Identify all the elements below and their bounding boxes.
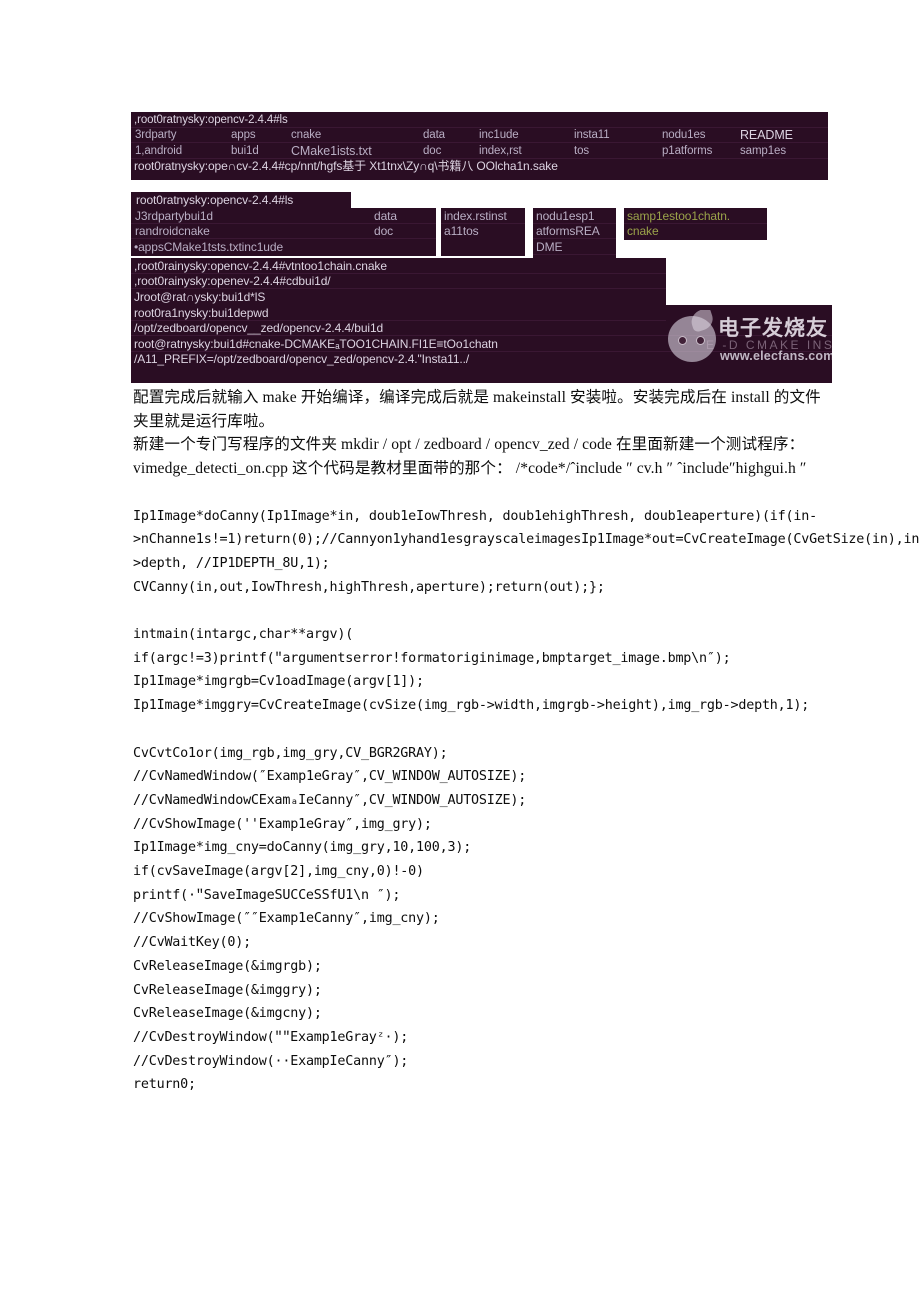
terminal-block-second-prompt: root0ratnysky:opencv-2.4.4#ls — [131, 192, 351, 208]
code-line: printf(·ʺSaveImageSUCCeSSfU1\n ″); — [133, 887, 401, 903]
terminal-screenshot: ,root0ratnysky:opencv-2.4.4#ls 3rdparty … — [0, 0, 920, 385]
terminal-block-toolchain-commands: ,root0rainysky:opencv-2.4.4#vtntoo1chain… — [131, 258, 666, 305]
terminal-prompt-line: ,root0ratnysky:opencv-2.4.4#ls — [134, 113, 288, 126]
terminal-block-column-samples: samp1estoo1chatn. cnake — [624, 208, 767, 240]
code-line: //CvDestroyWindow(ʺʺExamp1eGrayᶻ·); — [133, 1029, 409, 1045]
terminal-line: root0ratnysky:opencv-2.4.4#ls — [131, 192, 351, 208]
dir-entry-readme: README — [740, 128, 793, 142]
dir-entry: bui1d — [231, 144, 259, 157]
dir-entry: inc1ude — [479, 129, 519, 141]
dir-entry: samp1es — [740, 144, 786, 157]
code-line: intmain(intargc,char**argv)( — [133, 627, 354, 642]
terminal-line: a11tos — [441, 224, 525, 240]
document-body: 配置完成后就输入 make 开始编译，编译完成后就是 makeinstall 安… — [133, 386, 920, 1097]
dir-entry-highlight: samp1estoo1chatn. — [627, 208, 731, 223]
terminal-command: Jroot@rat∩ysky:bui1d*lS — [134, 289, 266, 304]
paragraph-vim-edge-detection: vimedge_detecti_on.cpp 这个代码是教材里面带的那个： /*… — [133, 460, 807, 478]
dir-entry: data — [423, 129, 445, 141]
terminal-line: cnake — [624, 224, 767, 240]
terminal-block-cmake-commands: root0ra1nysky:bui1depwd /opt/zedboard/op… — [131, 305, 832, 383]
terminal-line: •appsCMake1tsts.txtinc1ude — [131, 239, 436, 255]
terminal-line: /opt/zedboard/opencv__zed/opencv-2.4.4/b… — [131, 321, 832, 336]
terminal-path-output: /opt/zedboard/opencv__zed/opencv-2.4.4/b… — [134, 321, 384, 335]
terminal-line: atformsREA — [533, 224, 616, 239]
terminal-block-column-index: index.rstinst a11tos — [441, 208, 525, 256]
code-line: Ip1Image*img_cny=doCanny(img_gry,10,100,… — [133, 840, 472, 856]
dir-entry: nodu1esp1 — [536, 208, 595, 223]
code-line: //CvNamedWindowCExamₐIeCanny″,CV_WINDOW_… — [133, 792, 527, 808]
dir-entry: data — [374, 208, 397, 223]
terminal-line: ,root0rainysky:opencv-2.4.4#vtntoo1chain… — [131, 258, 666, 274]
dir-entry: cnake — [291, 129, 322, 141]
terminal-command: ,root0rainysky:opencv-2.4.4#vtntoo1chain… — [134, 258, 387, 273]
terminal-prompt-line: root0ratnysky:opencv-2.4.4#ls — [136, 192, 294, 207]
terminal-line: randroidcnake doc — [131, 224, 436, 239]
dir-entry: p1atforms — [662, 144, 713, 157]
dir-entry: nodu1es — [662, 129, 706, 141]
code-line: CVCanny(in,out,IowThresh,highThresh,aper… — [133, 579, 605, 595]
code-line: Ip1Image*imggry=CvCreateImage(cvSize(img… — [133, 698, 810, 714]
terminal-line: ,root0ratnysky:opencv-2.4.4#ls — [131, 112, 828, 128]
code-line: CvReleaseImage(&imgcny); — [133, 1006, 322, 1022]
terminal-line: root0ratnysky:ope∩cv-2.4.4#cp/nnt/hgfs基于… — [131, 159, 828, 175]
code-line: Ip1Image*doCanny(Ip1Image*in, doub1eIowT… — [133, 508, 817, 524]
terminal-line: DME — [533, 239, 616, 255]
dir-entry: 1,android — [135, 144, 183, 157]
code-line: //CvShowImage(″″Examp1eCanny″,img_cny); — [133, 911, 440, 927]
terminal-line: root0ra1nysky:bui1depwd — [131, 305, 666, 321]
dir-entry: tos — [574, 144, 590, 157]
code-line: return0; — [133, 1077, 196, 1093]
terminal-line: root@ratnysky:bui1d#cnake-DCMAKEₐTOO1CHA… — [131, 336, 832, 352]
terminal-line: /A11_PREFIX=/opt/zedboard/opencv_zed/ope… — [131, 352, 832, 368]
code-line: if(cvSaveImage(argv[2],img_cny,0)!-0) — [133, 864, 424, 880]
code-line: CvReleaseImage(&imggry); — [133, 982, 322, 998]
dir-entry: doc — [423, 144, 442, 157]
dir-entry: 3rdparty — [135, 129, 177, 141]
dir-entry: randroidcnake — [135, 224, 210, 238]
code-line: CvCvtCo1or(img_rgb,img_gry,CV_BGR2GRAY); — [133, 745, 448, 761]
terminal-command: ,root0rainysky:openev-2.4.4#cdbui1d/ — [134, 274, 331, 288]
dir-entry: doc — [374, 224, 394, 238]
terminal-block-columns-left: J3rdpartybui1d data randroidcnake doc •a… — [131, 208, 436, 256]
code-line: //CvWaitKey(0); — [133, 935, 251, 951]
terminal-line: index.rstinst — [441, 208, 525, 224]
dir-entry: index.rstinst — [444, 208, 507, 223]
terminal-line: nodu1esp1 — [533, 208, 616, 224]
code-line: //CvNamedWindow(″Examp1eGray″,CV_WINDOW_… — [133, 769, 527, 785]
code-line: Ip1Image*imgrgb=Cv1oadImage(argv[1]); — [133, 674, 424, 690]
dir-entry-highlight: cnake — [627, 224, 659, 238]
code-line: //CvDestroyWindow(··ExampIeCanny″); — [133, 1053, 409, 1069]
terminal-line: ,root0rainysky:openev-2.4.4#cdbui1d/ — [131, 274, 666, 289]
code-line: if(argc!=3)printf(ʺargumentserror!format… — [133, 650, 731, 666]
dir-entry: CMake1ists.txt — [291, 143, 372, 158]
code-line: CvReleaseImage(&imgrgb); — [133, 958, 322, 974]
paragraph-mkdir-code: 新建一个专门写程序的文件夹 mkdir / opt / zedboard / o… — [133, 436, 805, 454]
terminal-line: 3rdparty apps cnake data inc1ude insta11… — [131, 128, 828, 143]
terminal-line: samp1estoo1chatn. — [624, 208, 767, 224]
paragraph-make-install: 配置完成后就输入 make 开始编译，编译完成后就是 makeinstall 安… — [133, 389, 821, 430]
code-line: //CvShowImage(''Examp1eGray″,img_gry); — [133, 816, 432, 832]
terminal-command: root@ratnysky:bui1d#cnake-DCMAKEₐTOO1CHA… — [134, 336, 498, 351]
terminal-line: Jroot@rat∩ysky:bui1d*lS — [131, 289, 666, 305]
code-line: >nChanne1s!=1)return(0);//Cannyon1yhand1… — [133, 532, 920, 571]
dir-entry: DME — [536, 239, 563, 254]
dir-entry: •appsCMake1tsts.txtinc1ude — [134, 239, 284, 254]
dir-entry: insta11 — [574, 129, 610, 141]
dir-entry: a11tos — [444, 224, 479, 238]
terminal-block-ls-listing: ,root0ratnysky:opencv-2.4.4#ls 3rdparty … — [131, 112, 828, 180]
terminal-line: J3rdpartybui1d data — [131, 208, 436, 224]
terminal-line: 1,android bui1d CMake1ists.txt doc index… — [131, 143, 828, 159]
dir-entry: J3rdpartybui1d — [135, 208, 213, 223]
dir-entry: apps — [231, 129, 256, 141]
dir-entry: index,rst — [479, 144, 522, 157]
dir-entry: atformsREA — [536, 224, 600, 238]
terminal-command: root0ra1nysky:bui1depwd — [134, 305, 269, 320]
terminal-copy-command: root0ratnysky:ope∩cv-2.4.4#cp/nnt/hgfs基于… — [134, 159, 558, 173]
terminal-command-continuation: /A11_PREFIX=/opt/zedboard/opencv_zed/ope… — [134, 352, 470, 366]
